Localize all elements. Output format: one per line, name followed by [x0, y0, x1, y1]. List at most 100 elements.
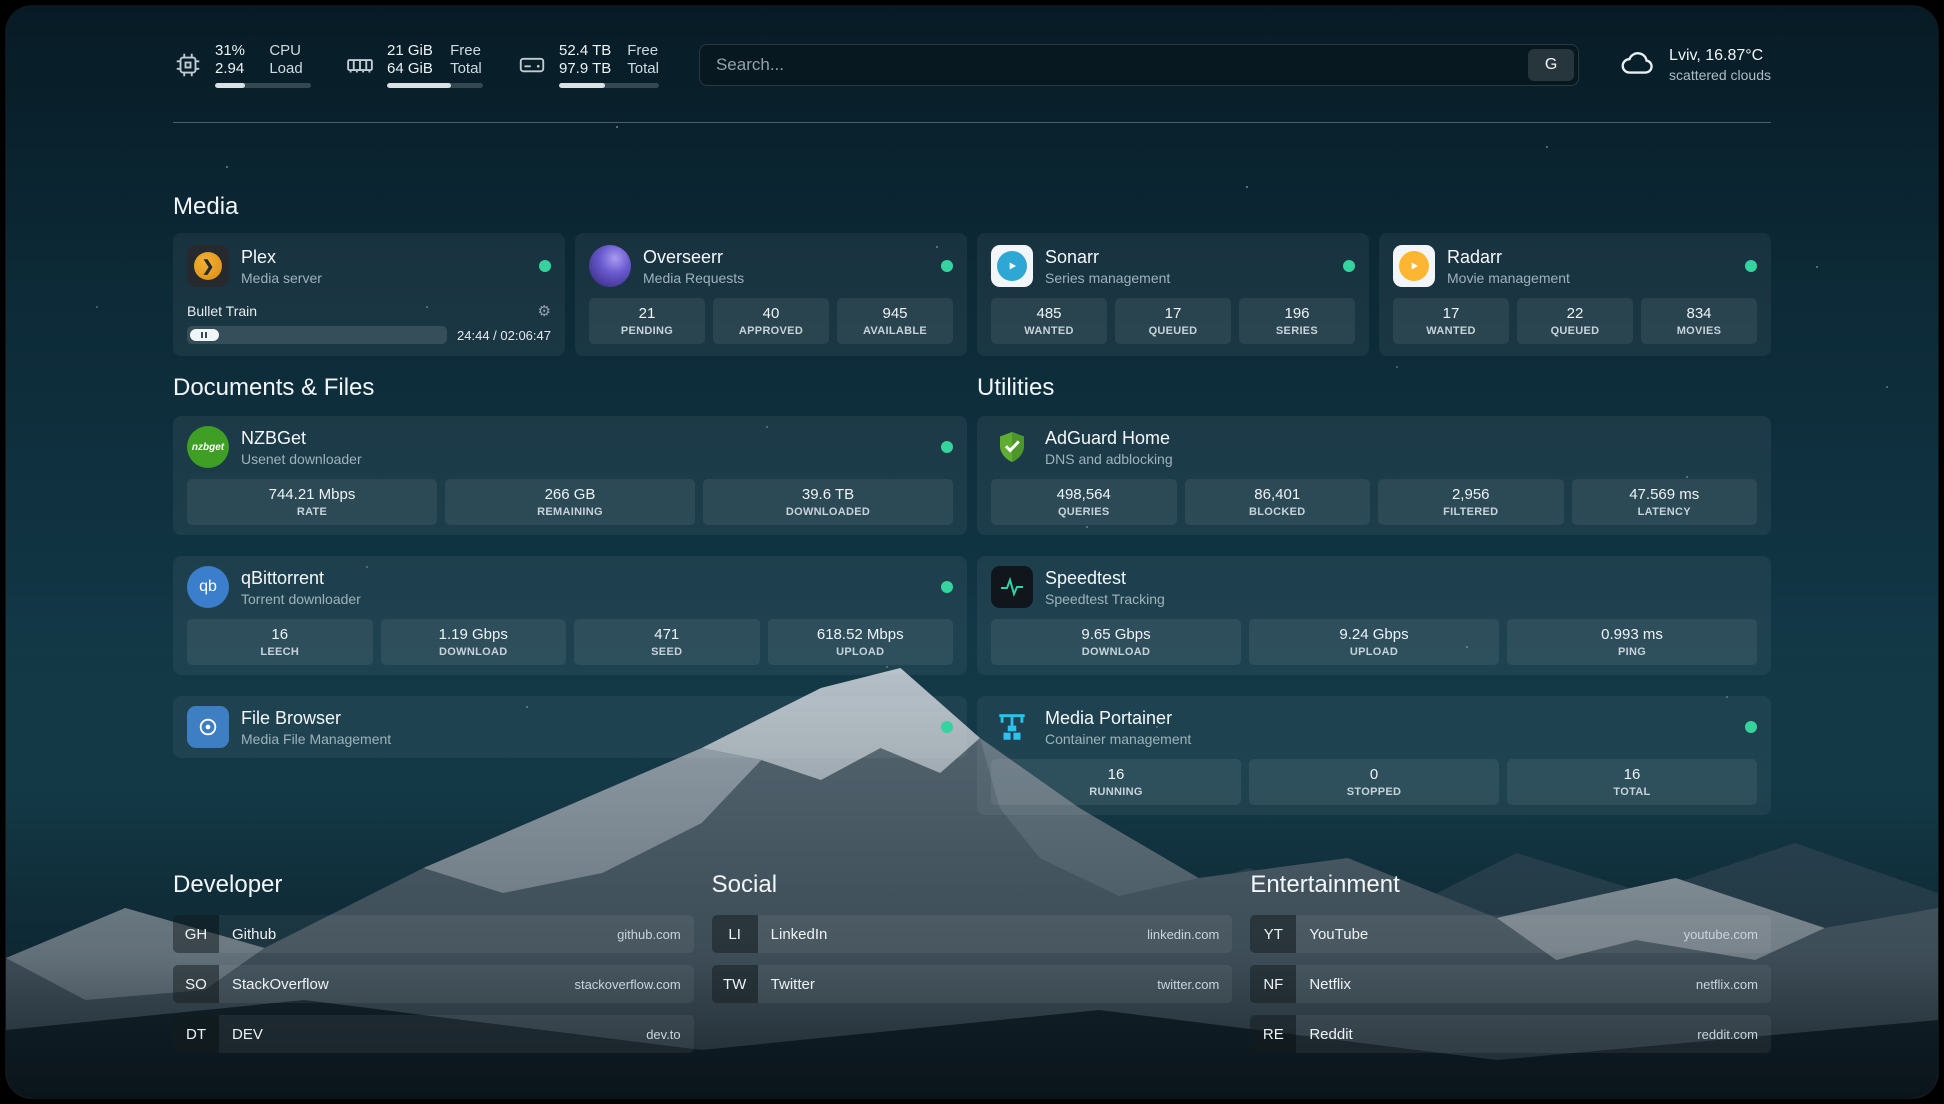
- service-name: Speedtest: [1045, 568, 1165, 589]
- status-dot: [1745, 721, 1757, 733]
- service-subtitle: Torrent downloader: [241, 591, 361, 607]
- stat-stopped: 0STOPPED: [1249, 759, 1499, 805]
- cpu-progress-bar: [215, 83, 311, 88]
- service-name: AdGuard Home: [1045, 428, 1173, 449]
- stat-upload: 618.52 MbpsUPLOAD: [768, 619, 954, 665]
- service-card-qbittorrent[interactable]: qb qBittorrent Torrent downloader 16LEEC…: [173, 556, 967, 675]
- bookmark-twitter[interactable]: TW Twitter twitter.com: [712, 965, 1233, 1003]
- service-card-adguard[interactable]: AdGuard Home DNS and adblocking 498,564Q…: [977, 416, 1771, 535]
- service-card-sonarr[interactable]: Sonarr Series management 485WANTED 17QUE…: [977, 233, 1369, 356]
- stat-total: 16TOTAL: [1507, 759, 1757, 805]
- service-name: Plex: [241, 247, 322, 268]
- radarr-icon: [1393, 245, 1435, 287]
- bookmark-domain: github.com: [617, 927, 681, 942]
- disk-progress-bar: [559, 83, 659, 88]
- cpu-usage-value: 31%: [215, 42, 253, 59]
- playback-progress-track[interactable]: [187, 326, 447, 344]
- status-dot: [539, 260, 551, 272]
- stat-queries: 498,564QUERIES: [991, 479, 1177, 525]
- service-name: NZBGet: [241, 428, 362, 449]
- search-input[interactable]: [704, 55, 1528, 75]
- memory-icon: [345, 50, 375, 80]
- bookmark-abbr: NF: [1250, 965, 1296, 1003]
- bookmark-stackoverflow[interactable]: SO StackOverflow stackoverflow.com: [173, 965, 694, 1003]
- cpu-usage-label: CPU: [269, 42, 311, 59]
- disk-widget: 52.4 TB Free 97.9 TB Total: [517, 42, 659, 88]
- service-subtitle: Series management: [1045, 270, 1170, 286]
- weather-location: Lviv, 16.87°C: [1669, 47, 1771, 65]
- section-title-social: Social: [712, 871, 1233, 899]
- bookmark-domain: linkedin.com: [1147, 927, 1219, 942]
- bookmark-abbr: SO: [173, 965, 219, 1003]
- service-name: qBittorrent: [241, 568, 361, 589]
- cpu-load-value: 2.94: [215, 60, 253, 77]
- gear-icon[interactable]: ⚙: [538, 304, 551, 319]
- qbittorrent-icon: qb: [187, 566, 229, 608]
- status-dot: [1745, 260, 1757, 272]
- service-stats: 498,564QUERIES 86,401BLOCKED 2,956FILTER…: [991, 479, 1757, 525]
- bookmark-netflix[interactable]: NF Netflix netflix.com: [1250, 965, 1771, 1003]
- disk-total-value: 97.9 TB: [559, 60, 611, 77]
- dashboard-screen: 31% CPU 2.94 Load: [6, 6, 1938, 1098]
- service-card-speedtest[interactable]: Speedtest Speedtest Tracking 9.65 GbpsDO…: [977, 556, 1771, 675]
- memory-free-value: 21 GiB: [387, 42, 434, 59]
- service-card-portainer[interactable]: Media Portainer Container management 16R…: [977, 696, 1771, 815]
- bookmark-domain: dev.to: [646, 1027, 680, 1042]
- media-card-grid: ❯ Plex Media server Bullet Train ⚙: [173, 233, 1771, 356]
- bookmark-name: LinkedIn: [771, 926, 828, 943]
- stat-ping: 0.993 msPING: [1507, 619, 1757, 665]
- service-stats: 17WANTED 22QUEUED 834MOVIES: [1393, 298, 1757, 344]
- bookmark-youtube[interactable]: YT YouTube youtube.com: [1250, 915, 1771, 953]
- bookmark-domain: reddit.com: [1697, 1027, 1758, 1042]
- cpu-load-label: Load: [269, 60, 311, 77]
- stat-filtered: 2,956FILTERED: [1378, 479, 1564, 525]
- stat-pending: 21PENDING: [589, 298, 705, 344]
- service-subtitle: Speedtest Tracking: [1045, 591, 1165, 607]
- utilities-column: Utilities AdGuard Home: [977, 374, 1771, 815]
- status-dot: [941, 721, 953, 733]
- bookmark-domain: stackoverflow.com: [574, 977, 680, 992]
- bookmark-dev[interactable]: DT DEV dev.to: [173, 1015, 694, 1053]
- bookmark-domain: netflix.com: [1696, 977, 1758, 992]
- overseerr-icon: [589, 245, 631, 287]
- cloud-icon: [1619, 44, 1657, 87]
- bookmarks-area: Developer GH Github github.com SO StackO…: [173, 871, 1771, 1053]
- bookmark-abbr: RE: [1250, 1015, 1296, 1053]
- service-card-overseerr[interactable]: Overseerr Media Requests 21PENDING 40APP…: [575, 233, 967, 356]
- search-provider-button[interactable]: G: [1528, 49, 1574, 81]
- service-subtitle: Usenet downloader: [241, 451, 362, 467]
- header-divider: [173, 122, 1771, 123]
- bookmark-linkedin[interactable]: LI LinkedIn linkedin.com: [712, 915, 1233, 953]
- portainer-icon: [991, 706, 1033, 748]
- section-title-utilities: Utilities: [977, 374, 1771, 402]
- bookmark-name: Netflix: [1309, 976, 1351, 993]
- bookmark-github[interactable]: GH Github github.com: [173, 915, 694, 953]
- service-stats: 16RUNNING 0STOPPED 16TOTAL: [991, 759, 1757, 805]
- stat-running: 16RUNNING: [991, 759, 1241, 805]
- speedtest-icon: [991, 566, 1033, 608]
- section-title-documents: Documents & Files: [173, 374, 967, 402]
- plex-icon: ❯: [187, 245, 229, 287]
- bookmark-group-developer: Developer GH Github github.com SO StackO…: [173, 871, 694, 1053]
- stat-download: 9.65 GbpsDOWNLOAD: [991, 619, 1241, 665]
- service-card-nzbget[interactable]: nzbget NZBGet Usenet downloader 744.21 M…: [173, 416, 967, 535]
- bookmark-abbr: GH: [173, 915, 219, 953]
- memory-progress-bar: [387, 83, 483, 88]
- status-dot: [941, 441, 953, 453]
- stat-queued: 17QUEUED: [1115, 298, 1231, 344]
- cpu-widget: 31% CPU 2.94 Load: [173, 42, 311, 88]
- bookmark-abbr: LI: [712, 915, 758, 953]
- service-subtitle: Container management: [1045, 731, 1191, 747]
- stat-movies: 834MOVIES: [1641, 298, 1757, 344]
- stat-upload: 9.24 GbpsUPLOAD: [1249, 619, 1499, 665]
- service-card-plex[interactable]: ❯ Plex Media server Bullet Train ⚙: [173, 233, 565, 356]
- stat-available: 945AVAILABLE: [837, 298, 953, 344]
- documents-column: Documents & Files nzbget NZBGet Usenet d…: [173, 374, 967, 815]
- service-card-radarr[interactable]: Radarr Movie management 17WANTED 22QUEUE…: [1379, 233, 1771, 356]
- bookmark-name: DEV: [232, 1026, 263, 1043]
- pause-button[interactable]: [190, 329, 219, 341]
- stat-seed: 471SEED: [574, 619, 760, 665]
- bookmark-reddit[interactable]: RE Reddit reddit.com: [1250, 1015, 1771, 1053]
- service-card-filebrowser[interactable]: File Browser Media File Management: [173, 696, 967, 758]
- bookmark-name: Reddit: [1309, 1026, 1352, 1043]
